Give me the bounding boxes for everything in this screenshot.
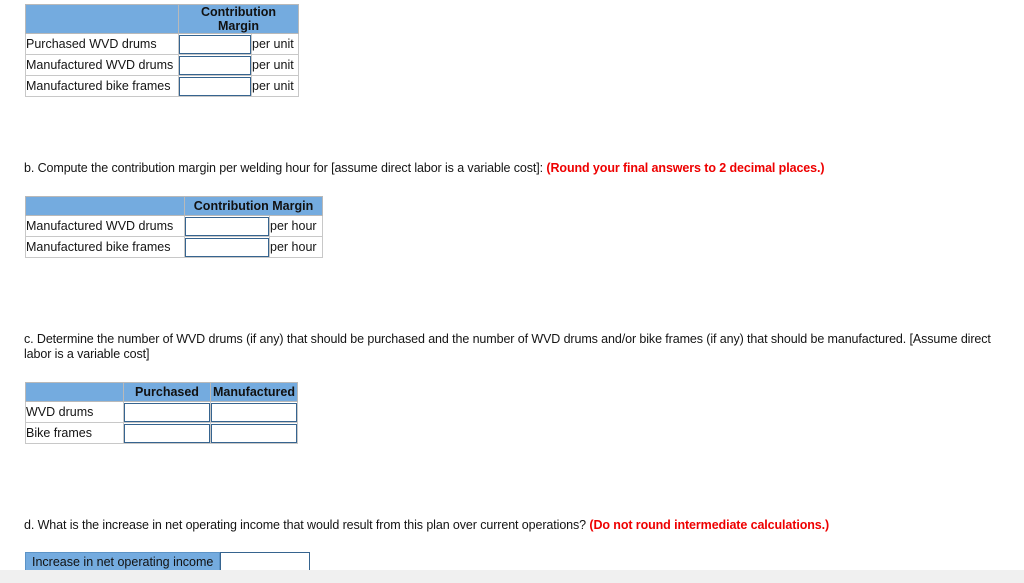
table-header-row: Contribution Margin (25, 4, 299, 34)
contribution-margin-per-unit-table: Contribution Margin Purchased WVD drums … (25, 4, 299, 97)
table-c-header-blank (25, 382, 124, 402)
row-label-purchased-wvd-drums: Purchased WVD drums (25, 33, 179, 55)
question-d-emphasis: (Do not round intermediate calculations.… (589, 518, 830, 532)
row-label-bike-frames: Bike frames (25, 422, 124, 444)
table-b-header-blank (25, 196, 185, 216)
row-label-manufactured-bike-frames: Manufactured bike frames (25, 75, 179, 97)
table-row: Bike frames (25, 422, 298, 444)
worksheet-page: Contribution Margin Purchased WVD drums … (0, 0, 1024, 573)
table-row: Manufactured bike frames per hour (25, 236, 323, 258)
row-label-manufactured-wvd-drums: Manufactured WVD drums (25, 54, 179, 76)
unit-label-per-hour: per hour (269, 236, 323, 258)
table-header-row: Purchased Manufactured (25, 382, 298, 402)
table-row: Manufactured WVD drums per unit (25, 54, 299, 76)
input-cell (178, 54, 252, 76)
row-label-manufactured-bike-frames: Manufactured bike frames (25, 236, 185, 258)
unit-label-per-unit: per unit (251, 75, 299, 97)
question-b-text: b. Compute the contribution margin per w… (24, 161, 984, 176)
wvd-drums-purchased-input[interactable] (124, 402, 210, 422)
purchased-vs-manufactured-quantities-table: Purchased Manufactured WVD drums Bike fr… (25, 382, 298, 444)
answer-field-wrapper (185, 237, 269, 257)
answer-field-wrapper (185, 216, 269, 236)
row-label-manufactured-wvd-drums: Manufactured WVD drums (25, 215, 185, 237)
input-cell (178, 33, 252, 55)
answer-field-wrapper (211, 423, 297, 443)
unit-label-per-unit: per unit (251, 33, 299, 55)
answer-field-wrapper (179, 34, 251, 54)
contribution-margin-manufactured-wvd-drums-input[interactable] (179, 55, 251, 75)
input-cell (184, 236, 270, 258)
bike-frames-manufactured-input[interactable] (211, 423, 297, 443)
answer-field-wrapper (179, 55, 251, 75)
table-row: Manufactured WVD drums per hour (25, 215, 323, 237)
unit-label-per-hour: per hour (269, 215, 323, 237)
input-cell (184, 215, 270, 237)
wvd-drums-manufactured-input[interactable] (211, 402, 297, 422)
answer-field-wrapper (124, 402, 210, 422)
row-label-wvd-drums: WVD drums (25, 401, 124, 423)
table-a-header-blank (25, 4, 179, 34)
answer-field-wrapper (124, 423, 210, 443)
table-c-header-purchased: Purchased (123, 382, 211, 402)
question-b-emphasis: (Round your final answers to 2 decimal p… (546, 161, 825, 175)
unit-label-per-unit: per unit (251, 54, 299, 76)
table-c-header-manufactured: Manufactured (210, 382, 298, 402)
table-header-row: Contribution Margin (25, 196, 323, 216)
contribution-margin-per-welding-hour-table: Contribution Margin Manufactured WVD dru… (25, 196, 323, 258)
question-d-text: d. What is the increase in net operating… (24, 518, 1004, 533)
welding-hour-margin-manufactured-bike-frames-input[interactable] (185, 237, 269, 257)
input-cell (178, 75, 252, 97)
input-cell (210, 422, 298, 444)
page-footer-strip (0, 570, 1024, 583)
welding-hour-margin-manufactured-wvd-drums-input[interactable] (185, 216, 269, 236)
answer-field-wrapper (211, 402, 297, 422)
input-cell (123, 422, 211, 444)
bike-frames-purchased-input[interactable] (124, 423, 210, 443)
input-cell (123, 401, 211, 423)
table-row: Purchased WVD drums per unit (25, 33, 299, 55)
answer-field-wrapper (179, 76, 251, 96)
question-d-prefix: d. What is the increase in net operating… (24, 518, 590, 532)
table-b-header-contribution-margin: Contribution Margin (184, 196, 323, 216)
question-c-text: c. Determine the number of WVD drums (if… (24, 332, 1024, 362)
contribution-margin-manufactured-bike-frames-input[interactable] (179, 76, 251, 96)
question-b-prefix: b. Compute the contribution margin per w… (24, 161, 547, 175)
contribution-margin-purchased-wvd-drums-input[interactable] (179, 34, 251, 54)
input-cell (210, 401, 298, 423)
table-a-header-contribution-margin: Contribution Margin (178, 4, 299, 34)
question-c-line1: c. Determine the number of WVD drums (if… (24, 332, 991, 346)
table-row: Manufactured bike frames per unit (25, 75, 299, 97)
question-c-line2: labor is a variable cost] (24, 347, 150, 361)
table-row: WVD drums (25, 401, 298, 423)
